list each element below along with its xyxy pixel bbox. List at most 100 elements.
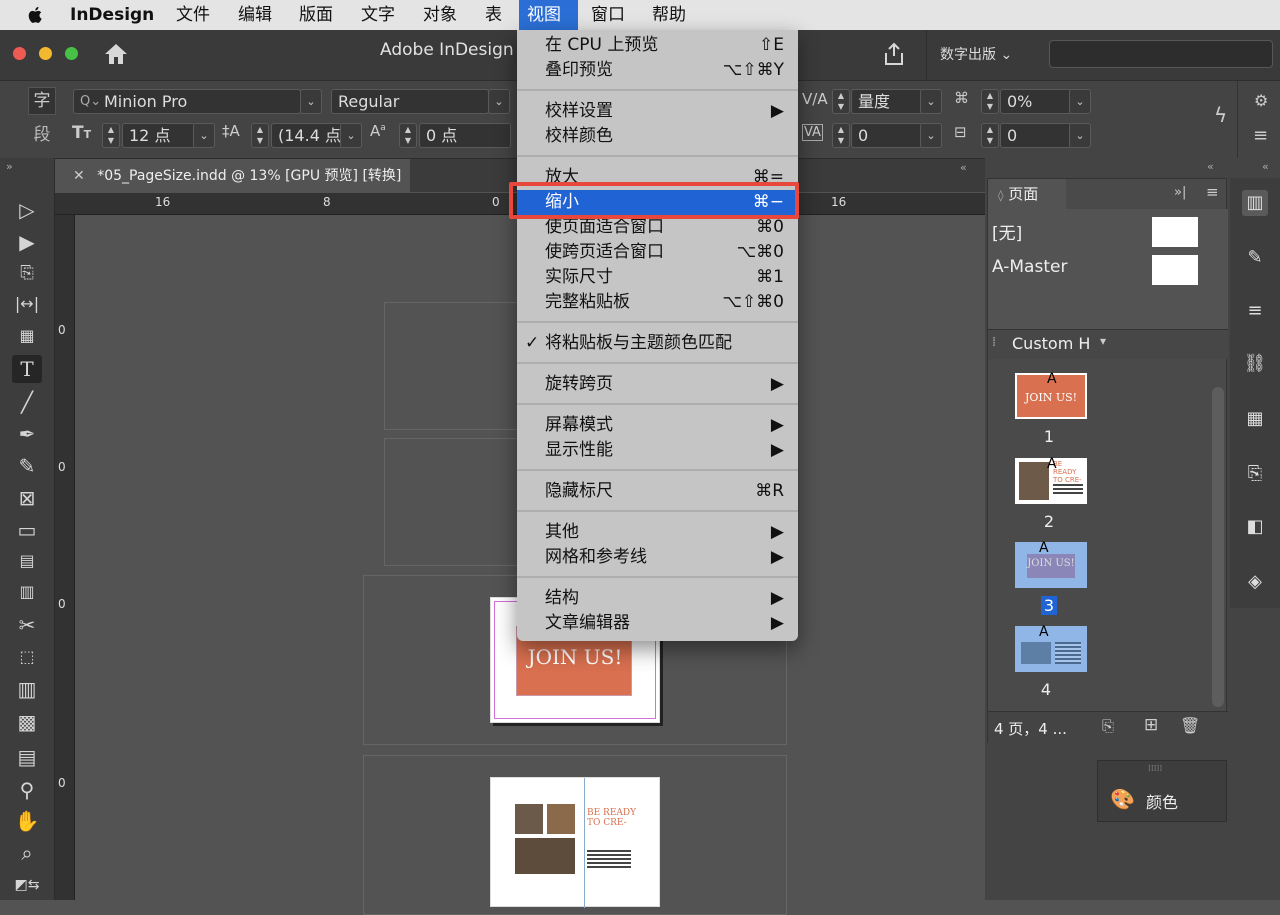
color-panel-title[interactable]: 颜色 [1146, 789, 1178, 813]
page-size-selector[interactable]: Custom H [1012, 334, 1090, 353]
close-window-button[interactable] [13, 47, 26, 60]
view-menu-item[interactable]: 其他 ▶ [517, 520, 798, 545]
skew-dropdown[interactable]: ⌄ [1069, 123, 1091, 148]
kerning-stepper[interactable]: ▲ ▼ [832, 89, 850, 114]
panel-menu-icon[interactable]: ≡ [1206, 183, 1219, 201]
layers-icon[interactable]: ◈ [1242, 569, 1268, 595]
document-page-4[interactable]: BE READY TO CRE- [490, 777, 660, 908]
view-menu-item[interactable]: 使页面适合窗口 ⌘0 [517, 215, 798, 240]
view-menu-item[interactable]: 旋转跨页 ▶ [517, 372, 798, 397]
cc-libraries-icon[interactable]: ✎ [1242, 245, 1268, 271]
pen-tool-icon[interactable]: ✒ [12, 420, 42, 448]
leading-stepper[interactable]: ▲ ▼ [251, 123, 269, 148]
menu-edit[interactable]: 编辑 [230, 0, 280, 30]
page-thumbnail-1[interactable]: JOIN US! A [1015, 371, 1087, 419]
master-none-label[interactable]: [无] [992, 219, 1022, 244]
font-size-dropdown[interactable]: ⌄ [193, 123, 215, 148]
font-size-field[interactable]: 12 点 [122, 123, 196, 148]
view-menu-item[interactable]: 使跨页适合窗口 ⌥⌘0 [517, 240, 798, 265]
gradient-feather-tool-icon[interactable]: ▩ [12, 708, 42, 736]
font-family-dropdown[interactable]: ⌄ [300, 89, 322, 114]
minimize-window-button[interactable] [39, 47, 52, 60]
view-menu-item[interactable]: 校样设置 ▶ [517, 99, 798, 124]
layers-list-icon[interactable]: ≡ [1242, 298, 1268, 324]
trash-icon[interactable]: 🗑 [1180, 716, 1200, 735]
menu-type[interactable]: 文字 [353, 0, 403, 30]
leading-field[interactable]: (14.4 点 [271, 123, 343, 148]
chevron-down-icon[interactable]: ▾ [1100, 334, 1106, 348]
menu-view[interactable]: 视图 [519, 0, 578, 30]
view-menu-item[interactable]: 在 CPU 上预览 ⇧E [517, 33, 798, 58]
tracking-percent-field[interactable]: 0% [1000, 89, 1072, 114]
tracking-value-stepper[interactable]: ▲ ▼ [832, 123, 850, 148]
view-menu-item[interactable]: ✓ 将粘贴板与主题颜色匹配 [517, 331, 798, 356]
view-menu-item[interactable]: 网格和参考线 ▶ [517, 545, 798, 570]
type-tool-icon[interactable]: T [12, 355, 42, 383]
view-menu-item[interactable]: 校样颜色 [517, 124, 798, 149]
font-family-field[interactable]: Q⌄ Minion Pro [73, 89, 301, 114]
new-page-icon[interactable]: ⊞ [1144, 715, 1158, 735]
table-tool-icon[interactable]: ▤ [12, 547, 42, 575]
pages-book-icon[interactable]: ⎘ [1242, 461, 1268, 487]
swap-colors-icon[interactable]: ◩⇆ [12, 871, 42, 899]
pencil-tool-icon[interactable]: ✎ [12, 452, 42, 480]
direct-selection-tool-icon[interactable]: ▶ [12, 228, 42, 256]
tracking-value-dropdown[interactable]: ⌄ [920, 123, 942, 148]
gradient-panel-icon[interactable]: ◧ [1242, 514, 1268, 540]
menu-table[interactable]: 表 [477, 0, 510, 30]
pages-scrollbar[interactable] [1212, 387, 1224, 707]
swatches-grid-icon[interactable]: ▦ [1242, 406, 1268, 432]
paragraph-mode-button[interactable]: 段 [28, 121, 56, 149]
tracking-percent-dropdown[interactable]: ⌄ [1069, 89, 1091, 114]
view-menu-item[interactable]: 叠印预览 ⌥⇧⌘Y [517, 58, 798, 83]
skew-field[interactable]: 0 [1000, 123, 1072, 148]
collapse-dock-icon[interactable]: « [1207, 160, 1214, 173]
skew-stepper[interactable]: ▲ ▼ [981, 123, 999, 148]
zoom-tool-icon[interactable]: ⌕ [12, 839, 42, 867]
vertical-ruler[interactable]: 0 0 0 0 [55, 215, 75, 900]
gear-icon[interactable]: ⚙ [1254, 91, 1268, 110]
menu-layout[interactable]: 版面 [291, 0, 341, 30]
gap-tool-icon[interactable]: |↔| [12, 290, 42, 318]
eyedropper-tool-icon[interactable]: ⚲ [12, 776, 42, 804]
view-menu-item[interactable]: 完整粘贴板 ⌥⇧⌘0 [517, 290, 798, 315]
page-tool-icon[interactable]: ⎘ [12, 259, 42, 287]
font-style-dropdown[interactable]: ⌄ [488, 89, 510, 114]
view-menu-item[interactable]: 屏幕模式 ▶ [517, 413, 798, 438]
scissors-tool-icon[interactable]: ✂ [12, 611, 42, 639]
document-tab[interactable]: ✕ *05_PageSize.indd @ 13% [GPU 预览] [转换] [55, 159, 410, 193]
kerning-dropdown[interactable]: ⌄ [920, 89, 942, 114]
view-menu-item[interactable]: 隐藏标尺 ⌘R [517, 479, 798, 504]
close-tab-icon[interactable]: ✕ [73, 168, 85, 184]
rectangle-frame-tool-icon[interactable]: ⊠ [12, 484, 42, 512]
app-name-menu[interactable]: InDesign [62, 0, 162, 30]
page-thumbnail-2[interactable]: BE READY TO CRE- A [1015, 456, 1087, 504]
page-thumbnail-4[interactable]: A [1015, 624, 1087, 672]
leading-dropdown[interactable]: ⌄ [340, 123, 362, 148]
view-menu-item[interactable]: 文章编辑器 ▶ [517, 611, 798, 636]
view-menu-item[interactable]: 缩小 ⌘− [517, 190, 798, 215]
font-style-field[interactable]: Regular [331, 89, 489, 114]
menu-file[interactable]: 文件 [168, 0, 218, 30]
zoom-window-button[interactable] [65, 47, 78, 60]
collapse-tools-icon[interactable]: » [6, 160, 13, 173]
hand-tool-icon[interactable]: ✋ [12, 807, 42, 835]
search-input[interactable] [1049, 40, 1273, 68]
menu-help[interactable]: 帮助 [644, 0, 694, 30]
character-mode-button[interactable]: 字 [28, 87, 56, 115]
free-transform-tool-icon[interactable]: ⬚ [12, 643, 42, 671]
pages-panel-tab[interactable]: ◊ 页面 [988, 179, 1066, 209]
kerning-field[interactable]: 量度 [851, 89, 923, 114]
share-icon[interactable] [883, 42, 905, 66]
quick-apply-icon[interactable]: ϟ [1214, 103, 1227, 127]
grid-tool-icon[interactable]: ▥ [12, 578, 42, 606]
line-tool-icon[interactable]: ╱ [12, 388, 42, 416]
master-a-label[interactable]: A-Master [992, 257, 1067, 277]
pages-panel-icon[interactable]: ▥ [1242, 190, 1268, 216]
view-menu-item[interactable]: 结构 ▶ [517, 586, 798, 611]
workspace-switcher[interactable]: 数字出版 ⌄ [940, 44, 1012, 64]
font-size-stepper[interactable]: ▲ ▼ [102, 123, 120, 148]
gradient-swatch-tool-icon[interactable]: ▥ [12, 675, 42, 703]
page-thumbnail-3[interactable]: JOIN US! A [1015, 540, 1087, 588]
menu-window[interactable]: 窗口 [583, 0, 633, 30]
